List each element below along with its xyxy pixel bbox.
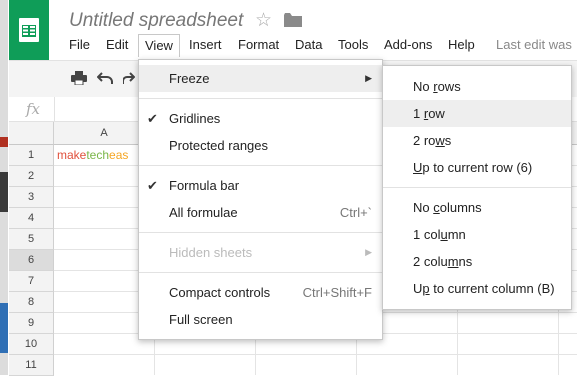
freeze-up-to-current-column[interactable]: Up to current column (B) — [383, 275, 571, 302]
menu-divider — [139, 272, 382, 273]
undo-icon[interactable] — [96, 71, 113, 88]
sheets-logo-icon — [19, 18, 39, 42]
grid-line — [54, 354, 577, 355]
strip-blue-mark — [0, 303, 8, 353]
select-all-corner[interactable] — [9, 122, 54, 145]
menu-item-compact-controls-label: Compact controls — [169, 285, 271, 300]
last-edit-status[interactable]: Last edit was — [496, 37, 572, 52]
cell-a1-text-eas: eas — [109, 148, 129, 162]
menu-view[interactable]: View — [138, 34, 180, 57]
row-header[interactable]: 4 — [9, 208, 54, 229]
freeze-one-column[interactable]: 1 column — [383, 221, 571, 248]
row-header[interactable]: 11 — [9, 355, 54, 376]
menu-edit[interactable]: Edit — [106, 37, 128, 52]
formula-bar-separator — [54, 97, 55, 121]
freeze-two-rows[interactable]: 2 rows — [383, 127, 571, 154]
menu-divider — [139, 165, 382, 166]
row-header[interactable]: 8 — [9, 292, 54, 313]
freeze-up-to-current-row[interactable]: Up to current row (6) — [383, 154, 571, 181]
menu-divider — [383, 187, 571, 188]
row-header[interactable]: 7 — [9, 271, 54, 292]
cell-a1[interactable]: maketecheas — [57, 148, 128, 162]
menu-item-gridlines-label: Gridlines — [169, 111, 221, 126]
menu-data[interactable]: Data — [295, 37, 322, 52]
left-window-strip — [0, 0, 8, 375]
freeze-one-row-label: 1 row — [413, 106, 445, 121]
freeze-up-to-current-column-label: Up to current column (B) — [413, 281, 555, 296]
row-header[interactable]: 1 — [9, 145, 54, 166]
menu-divider — [139, 232, 382, 233]
menu-divider — [139, 98, 382, 99]
menu-insert[interactable]: Insert — [189, 37, 222, 52]
row-header[interactable]: 2 — [9, 166, 54, 187]
cell-a1-text-tech: tech — [86, 148, 110, 162]
freeze-one-column-label: 1 column — [413, 227, 466, 242]
row-header-selected[interactable]: 6 — [9, 250, 54, 271]
star-icon[interactable]: ☆ — [255, 9, 272, 32]
checkmark-icon: ✔ — [147, 178, 158, 193]
menu-item-full-screen[interactable]: Full screen — [139, 306, 382, 333]
menu-item-freeze-label: Freeze — [169, 71, 210, 86]
menu-item-freeze[interactable]: Freeze ▶ — [139, 65, 382, 92]
freeze-submenu: No rows 1 row 2 rows Up to current row (… — [382, 65, 572, 310]
menu-format[interactable]: Format — [238, 37, 279, 52]
freeze-one-row[interactable]: 1 row — [383, 100, 571, 127]
row-header[interactable]: 3 — [9, 187, 54, 208]
freeze-no-columns-label: No columns — [413, 200, 482, 215]
menu-item-all-formulae[interactable]: All formulae Ctrl+` — [139, 199, 382, 226]
menu-item-all-formulae-label: All formulae — [169, 205, 238, 220]
freeze-no-rows-label: No rows — [413, 79, 461, 94]
menu-addons[interactable]: Add-ons — [384, 37, 432, 52]
menu-item-protected-ranges[interactable]: Protected ranges — [139, 132, 382, 159]
fx-icon: fx — [26, 100, 41, 118]
redo-icon[interactable] — [122, 71, 136, 88]
freeze-two-columns-label: 2 columns — [413, 254, 473, 269]
row-header[interactable]: 10 — [9, 334, 54, 355]
document-title[interactable]: Untitled spreadsheet — [69, 10, 243, 32]
menu-tools[interactable]: Tools — [338, 37, 368, 52]
freeze-two-rows-label: 2 rows — [413, 133, 452, 148]
submenu-arrow-icon: ▶ — [365, 247, 372, 257]
menu-item-compact-controls-shortcut: Ctrl+Shift+F — [302, 285, 372, 300]
menu-item-hidden-sheets-label: Hidden sheets — [169, 245, 253, 260]
submenu-arrow-icon: ▶ — [365, 73, 372, 83]
menu-item-gridlines[interactable]: ✔ Gridlines — [139, 105, 382, 132]
freeze-no-rows[interactable]: No rows — [383, 73, 571, 100]
view-menu: Freeze ▶ ✔ Gridlines Protected ranges ✔ … — [138, 59, 383, 340]
freeze-two-columns[interactable]: 2 columns — [383, 248, 571, 275]
checkmark-icon: ✔ — [147, 111, 158, 126]
cell-a1-text-make: make — [57, 148, 87, 162]
strip-red-mark — [0, 137, 8, 147]
menu-item-formula-bar[interactable]: ✔ Formula bar — [139, 172, 382, 199]
menu-item-protected-ranges-label: Protected ranges — [169, 138, 269, 153]
sheets-logo[interactable] — [9, 0, 49, 60]
strip-dark-mark — [0, 172, 8, 212]
row-header[interactable]: 9 — [9, 313, 54, 334]
freeze-up-to-current-row-label: Up to current row (6) — [413, 160, 533, 175]
menu-item-formula-bar-label: Formula bar — [169, 178, 240, 193]
menu-item-all-formulae-shortcut: Ctrl+` — [339, 205, 372, 220]
print-icon[interactable] — [71, 71, 87, 89]
freeze-no-columns[interactable]: No columns — [383, 194, 571, 221]
row-header[interactable]: 5 — [9, 229, 54, 250]
menu-item-hidden-sheets: Hidden sheets ▶ — [139, 239, 382, 266]
menu-file[interactable]: File — [69, 37, 90, 52]
menu-item-compact-controls[interactable]: Compact controls Ctrl+Shift+F — [139, 279, 382, 306]
menu-help[interactable]: Help — [448, 37, 475, 52]
menu-item-full-screen-label: Full screen — [169, 312, 233, 327]
folder-icon[interactable] — [284, 13, 302, 32]
